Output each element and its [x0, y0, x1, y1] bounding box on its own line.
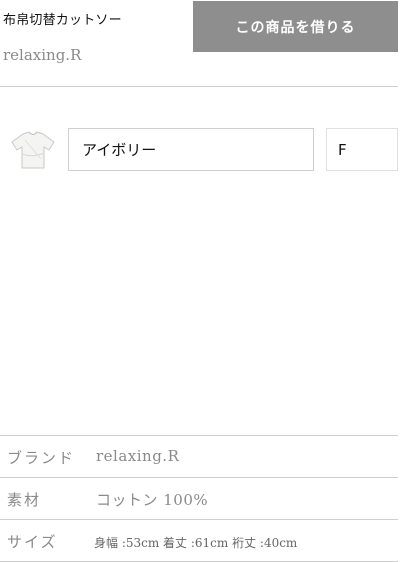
spec-label-size: サイズ: [7, 533, 58, 551]
color-select[interactable]: アイボリー: [68, 128, 314, 171]
tshirt-icon: [11, 131, 55, 169]
spec-table: ブランド relaxing.R 素材 コットン 100% サイズ 身幅 :53c…: [0, 435, 398, 562]
rent-product-button[interactable]: この商品を借りる: [193, 1, 398, 52]
spec-value-size: 身幅 :53cm 着丈 :61cm 裄丈 :40cm: [94, 536, 298, 550]
spec-label-brand: ブランド: [7, 449, 76, 467]
spec-value-brand: relaxing.R: [96, 447, 180, 465]
spec-row-brand: ブランド relaxing.R: [0, 435, 398, 477]
spec-row-size: サイズ 身幅 :53cm 着丈 :61cm 裄丈 :40cm: [0, 519, 398, 562]
spec-row-material: 素材 コットン 100%: [0, 477, 398, 519]
size-select[interactable]: F: [326, 128, 398, 171]
spec-label-material: 素材: [7, 491, 42, 509]
brand-subtitle: relaxing.R: [3, 46, 82, 64]
color-select-value: アイボリー: [82, 141, 157, 159]
spec-value-material: コットン 100%: [96, 491, 209, 509]
size-select-value: F: [338, 140, 347, 159]
header-divider: [0, 86, 398, 87]
product-name: 布帛切替カットソー: [3, 13, 122, 28]
rent-button-label: この商品を借りる: [235, 19, 356, 36]
product-thumbnail[interactable]: [9, 128, 57, 174]
